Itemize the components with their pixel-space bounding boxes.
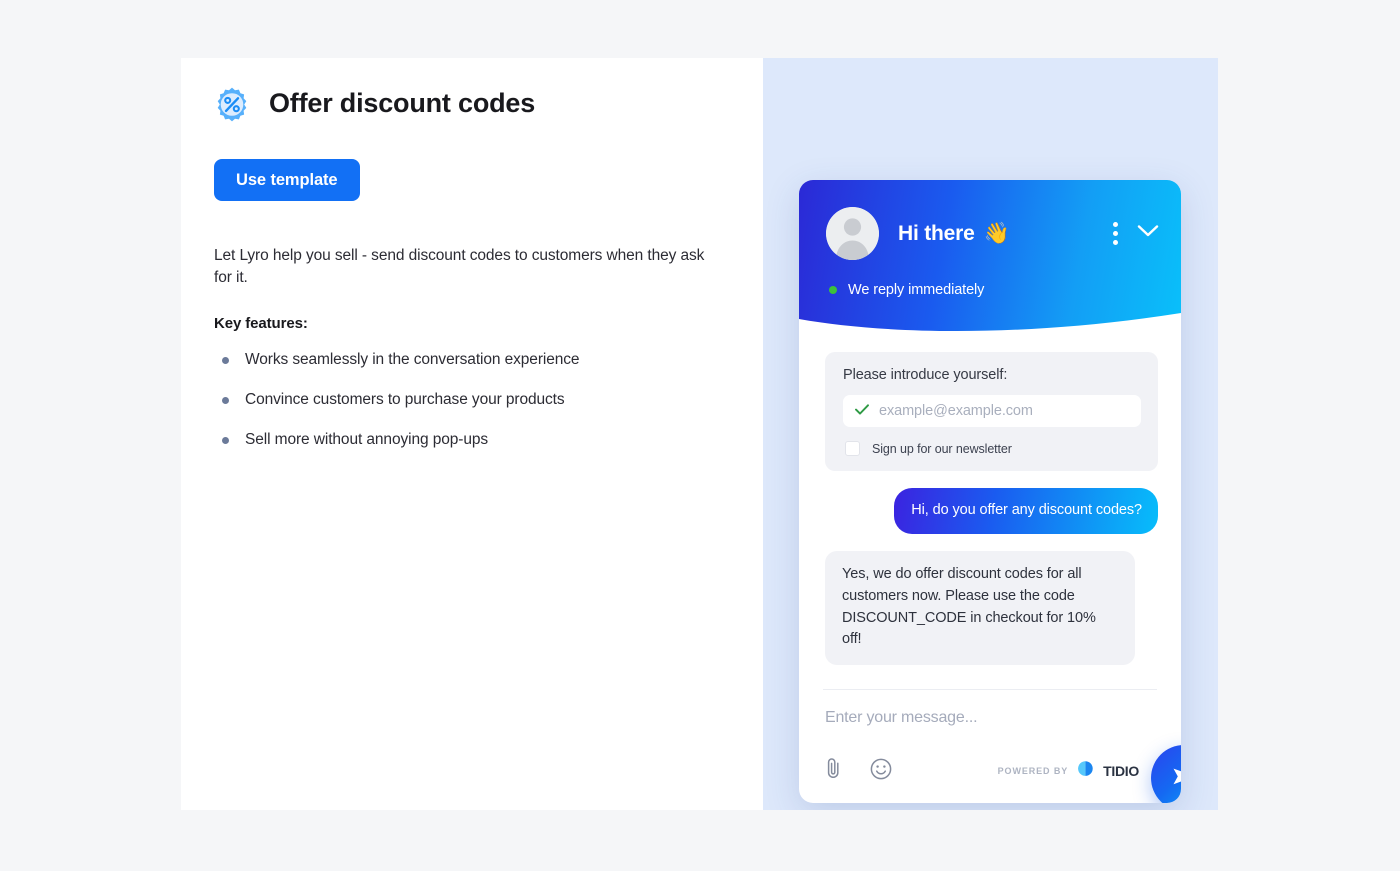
chat-header: Hi there 👋 We reply immediately — [799, 180, 1181, 337]
key-features-heading: Key features: — [214, 315, 308, 332]
bot-message-bubble: Yes, we do offer discount codes for all … — [825, 551, 1135, 666]
feature-label: Works seamlessly in the conversation exp… — [245, 351, 580, 368]
newsletter-label: Sign up for our newsletter — [872, 441, 1012, 456]
chat-widget: Hi there 👋 We reply immediately Please i… — [799, 180, 1181, 803]
template-detail-card: Offer discount codes Use template Let Ly… — [181, 58, 1218, 810]
newsletter-row: Sign up for our newsletter — [843, 441, 1141, 456]
more-vertical-icon[interactable] — [1113, 222, 1118, 245]
message-row-user: Hi, do you offer any discount codes? — [825, 488, 1158, 535]
prechat-label: Please introduce yourself: — [843, 367, 1008, 383]
chat-footer: Enter your message... POWERED BY TIDIO — [823, 689, 1181, 803]
list-item: Works seamlessly in the conversation exp… — [214, 350, 729, 370]
bullet-icon — [222, 357, 229, 364]
header-wave-divider — [799, 313, 1181, 337]
smiley-icon[interactable] — [870, 758, 892, 785]
waving-hand-icon: 👋 — [983, 222, 1010, 245]
chat-header-actions — [1113, 222, 1159, 245]
powered-by: POWERED BY TIDIO — [998, 760, 1157, 782]
send-plane-icon — [1171, 763, 1181, 793]
online-status-dot — [829, 286, 837, 294]
avatar — [826, 207, 879, 260]
send-button[interactable] — [1151, 745, 1181, 803]
agent-name: Hi there — [898, 221, 975, 245]
feature-label: Sell more without annoying pop-ups — [245, 431, 489, 449]
feature-label: Convince customers to purchase your prod… — [245, 391, 565, 409]
chevron-down-icon[interactable] — [1137, 224, 1159, 243]
powered-by-label: POWERED BY — [997, 766, 1069, 776]
check-icon — [855, 402, 869, 420]
bullet-icon — [222, 397, 229, 405]
page-title: Offer discount codes — [269, 88, 536, 119]
status-text: We reply immediately — [848, 282, 985, 298]
message-input[interactable]: Enter your message... — [825, 709, 1157, 727]
discount-badge-icon — [214, 86, 250, 122]
template-info-pane: Offer discount codes Use template Let Ly… — [181, 58, 763, 810]
email-placeholder: example@example.com — [879, 403, 1033, 419]
email-field[interactable]: example@example.com — [843, 395, 1141, 427]
use-template-button[interactable]: Use template — [214, 159, 360, 201]
chat-header-top: Hi there 👋 — [799, 180, 1181, 260]
page-root: Offer discount codes Use template Let Ly… — [0, 0, 1400, 871]
title-row: Offer discount codes — [214, 86, 729, 122]
chat-message-list: Please introduce yourself: example@examp… — [799, 336, 1181, 689]
prechat-form: Please introduce yourself: example@examp… — [825, 352, 1158, 471]
list-item: Convince customers to purchase your prod… — [214, 390, 729, 410]
footer-tools: POWERED BY TIDIO — [825, 745, 1181, 803]
intro-description: Let Lyro help you sell - send discount c… — [214, 247, 705, 286]
newsletter-checkbox[interactable] — [845, 441, 860, 456]
tidio-wordmark: TIDIO — [1103, 763, 1139, 779]
feature-list: Works seamlessly in the conversation exp… — [214, 350, 729, 450]
message-row-bot: Yes, we do offer discount codes for all … — [825, 551, 1158, 666]
chat-preview-pane: Hi there 👋 We reply immediately Please i… — [763, 58, 1218, 810]
list-item: Sell more without annoying pop-ups — [214, 430, 729, 450]
bullet-icon — [222, 437, 229, 445]
tidio-logo-icon — [1077, 760, 1094, 782]
user-message-bubble: Hi, do you offer any discount codes? — [894, 488, 1158, 535]
paperclip-icon[interactable] — [825, 757, 842, 785]
status-row: We reply immediately — [799, 260, 1181, 298]
